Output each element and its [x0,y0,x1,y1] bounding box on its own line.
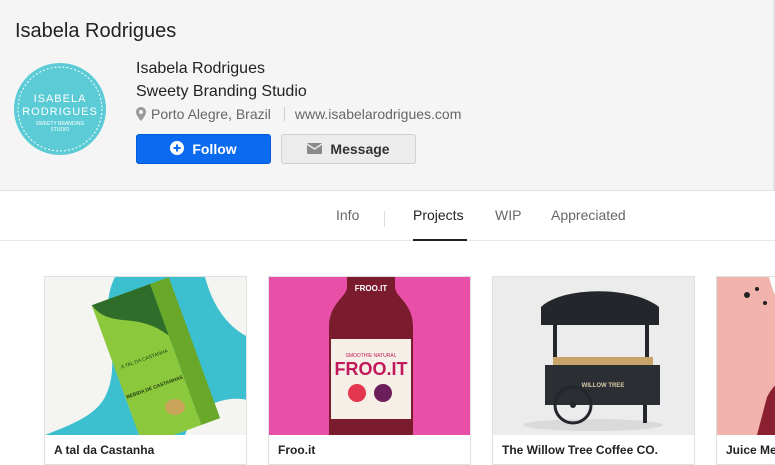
avatar[interactable]: ISABELA RODRIGUES SWEETY BRANDING STUDIO [13,57,107,161]
profile-name[interactable]: Isabela Rodrigues [136,60,265,78]
active-tab-indicator [413,239,467,241]
meta-divider [283,107,285,121]
froo-label: FROO.IT [335,359,408,379]
project-thumbnail[interactable]: WILLOW TREE [493,277,694,435]
avatar-line2: RODRIGUES [22,106,98,118]
willow-tree-text: WILLOW TREE [582,383,625,389]
project-thumbnail[interactable]: A TAL DA CASTANHA BEBIDA DE CASTANHAS [45,277,246,435]
message-label: Message [330,141,390,157]
project-card[interactable]: SMOOTHIE NATURAL FROO.IT FROO.IT Froo.it [268,276,471,465]
profile-location[interactable]: Porto Alegre, Brazil [151,106,271,122]
avatar-line1: ISABELA [34,93,87,105]
project-thumbnail[interactable]: SMOOTHIE NATURAL FROO.IT FROO.IT [269,277,470,435]
profile-tabs: Info Projects WIP Appreciated [0,192,775,241]
follow-label: Follow [192,141,237,157]
profile-header: Isabela Rodrigues ISABELA RODRIGUES SWEE… [0,0,775,191]
project-card[interactable]: WILLOW TREE The Willow Tree Coffee CO. [492,276,695,465]
project-title[interactable]: The Willow Tree Coffee CO. [502,443,658,457]
location-pin-icon [136,107,146,121]
project-title[interactable]: Froo.it [278,443,315,457]
page-title: Isabela Rodrigues [15,20,177,42]
project-thumbnail[interactable] [717,277,775,435]
tab-projects[interactable]: Projects [413,207,464,223]
tab-appreciated[interactable]: Appreciated [551,207,626,223]
envelope-icon [307,141,323,157]
project-title[interactable]: A tal da Castanha [54,443,154,457]
message-button[interactable]: Message [281,134,416,164]
avatar-line4: STUDIO [51,127,70,133]
profile-website[interactable]: www.isabelarodrigues.com [295,106,462,122]
plus-circle-icon [170,140,185,158]
profile-meta: Porto Alegre, Brazil www.isabelarodrigue… [136,106,461,122]
project-title[interactable]: Juice Me [726,443,775,457]
project-card[interactable]: Juice Me [716,276,775,465]
project-card[interactable]: A TAL DA CASTANHA BEBIDA DE CASTANHAS A … [44,276,247,465]
tab-info[interactable]: Info [336,207,359,223]
tab-wip[interactable]: WIP [495,207,521,223]
profile-company[interactable]: Sweety Branding Studio [136,83,307,101]
tab-divider [384,211,385,227]
follow-button[interactable]: Follow [136,134,271,164]
froo-cap-text: FROO.IT [355,284,388,293]
